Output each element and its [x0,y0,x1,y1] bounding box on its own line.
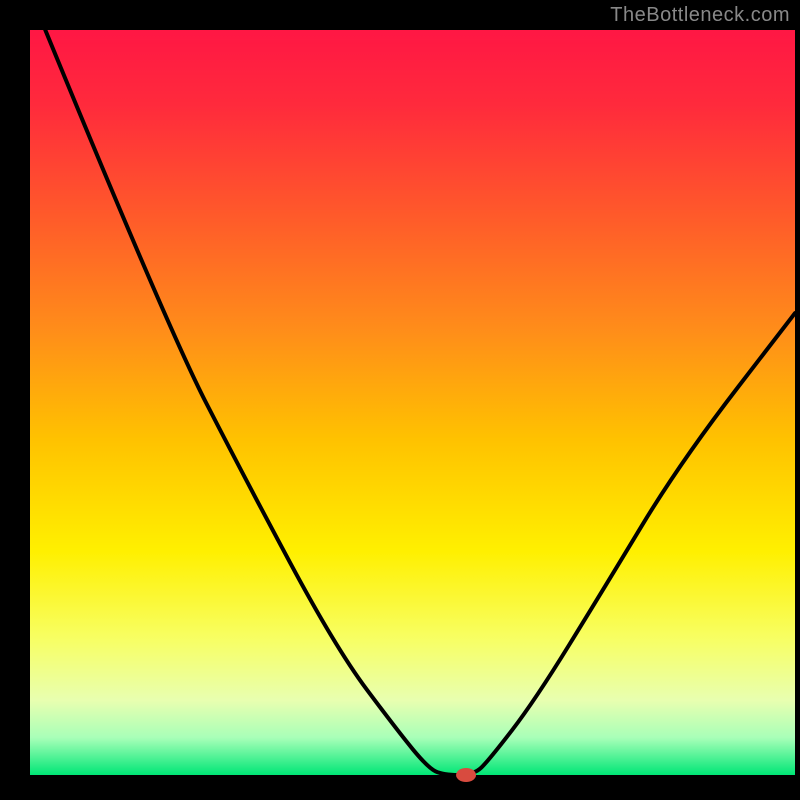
watermark-text: TheBottleneck.com [610,4,790,27]
bottleneck-chart [0,0,800,800]
optimal-marker [456,768,476,782]
gradient-background [30,30,795,775]
chart-frame: TheBottleneck.com [0,0,800,800]
